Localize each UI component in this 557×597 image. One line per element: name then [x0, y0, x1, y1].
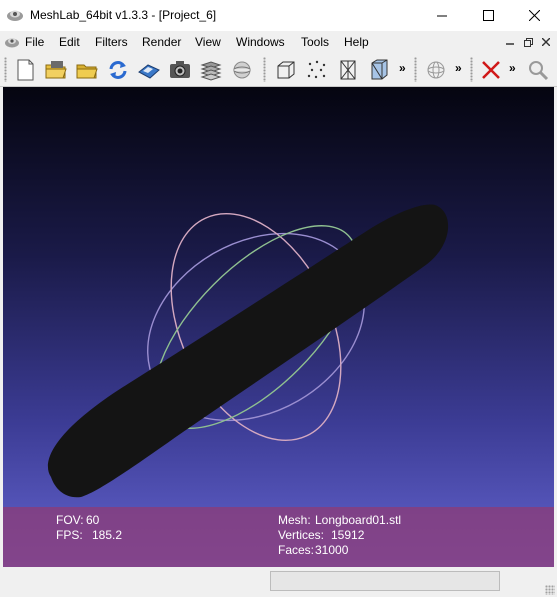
- save-icon[interactable]: [136, 57, 162, 83]
- reload-icon[interactable]: [105, 57, 131, 83]
- menu-help[interactable]: Help: [344, 35, 369, 49]
- menu-edit[interactable]: Edit: [59, 35, 80, 49]
- maximize-button[interactable]: [465, 0, 511, 31]
- meshlab-logo-icon: [7, 10, 23, 21]
- resize-grip[interactable]: [545, 585, 555, 595]
- wireframe-icon[interactable]: [335, 57, 361, 83]
- fps-value: 185.2: [92, 528, 123, 542]
- fov-label: FOV:: [56, 513, 84, 527]
- mesh-label: Mesh:: [278, 513, 311, 527]
- mdi-restore-button[interactable]: [520, 34, 536, 50]
- status-bar: [0, 567, 557, 597]
- menu-windows[interactable]: Windows: [236, 35, 285, 49]
- layers-icon[interactable]: [198, 57, 224, 83]
- close-icon: [542, 38, 550, 46]
- toolbar-overflow-button[interactable]: »: [455, 61, 462, 75]
- close-button[interactable]: [511, 0, 557, 31]
- faces-value: 31000: [315, 543, 349, 557]
- fps-label: FPS:: [56, 528, 83, 542]
- menu-view[interactable]: View: [195, 35, 221, 49]
- bounding-box-icon[interactable]: [273, 57, 299, 83]
- open-project-icon[interactable]: [43, 57, 69, 83]
- info-panel: FOV: 60 FPS: 185.2 Mesh: Longboard01.stl…: [3, 507, 554, 567]
- toolbar: » » »: [0, 53, 557, 87]
- restore-icon: [523, 37, 533, 47]
- mdi-close-button[interactable]: [538, 34, 554, 50]
- menu-filters[interactable]: Filters: [95, 35, 128, 49]
- menu-bar: File Edit Filters Render View Windows To…: [0, 31, 557, 53]
- menu-tools[interactable]: Tools: [301, 35, 329, 49]
- toolbar-grip[interactable]: [263, 57, 266, 82]
- delete-selection-icon[interactable]: [478, 57, 504, 83]
- menu-file[interactable]: File: [25, 35, 44, 49]
- minimize-button[interactable]: [419, 0, 465, 31]
- faces-label: Faces:: [278, 543, 315, 557]
- document-icon[interactable]: [4, 34, 20, 50]
- zoom-icon[interactable]: [525, 57, 551, 83]
- toolbar-grip[interactable]: [4, 57, 7, 82]
- vertices-label: Vertices:: [278, 528, 325, 542]
- open-mesh-icon[interactable]: [74, 57, 100, 83]
- hidden-lines-icon[interactable]: [366, 57, 392, 83]
- minimize-icon: [506, 43, 514, 45]
- toolbar-overflow-button[interactable]: »: [509, 61, 516, 75]
- points-icon[interactable]: [304, 57, 330, 83]
- snapshot-icon[interactable]: [167, 57, 193, 83]
- scene-canvas[interactable]: [3, 87, 554, 567]
- new-project-icon[interactable]: [12, 57, 38, 83]
- vertices-value: 15912: [331, 528, 365, 542]
- toolbar-grip[interactable]: [414, 57, 417, 82]
- mesh-longboard: [47, 204, 449, 498]
- toolbar-grip[interactable]: [470, 57, 473, 82]
- progress-bar: [270, 571, 500, 591]
- 3d-viewport[interactable]: FOV: 60 FPS: 185.2 Mesh: Longboard01.stl…: [3, 87, 554, 567]
- title-bar: MeshLab_64bit v1.3.3 - [Project_6]: [0, 0, 557, 31]
- menu-render[interactable]: Render: [142, 35, 181, 49]
- maximize-icon: [482, 10, 494, 21]
- close-icon: [528, 10, 540, 21]
- sphere-view-icon[interactable]: [229, 57, 255, 83]
- toolbar-overflow-button[interactable]: »: [399, 61, 406, 75]
- mesh-name-value: Longboard01.stl: [315, 513, 402, 527]
- mdi-minimize-button[interactable]: [502, 34, 518, 50]
- window-title: MeshLab_64bit v1.3.3 - [Project_6]: [30, 8, 217, 22]
- fov-value: 60: [86, 513, 100, 527]
- trackball-icon[interactable]: [423, 57, 449, 83]
- minimize-icon: [437, 15, 447, 16]
